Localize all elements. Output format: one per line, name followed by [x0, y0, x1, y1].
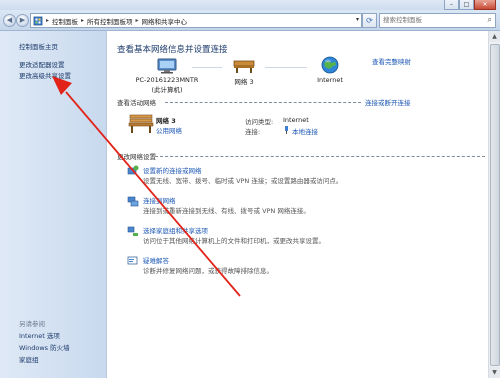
local-connection-icon: [285, 126, 288, 134]
network-node-label: 网络 3: [234, 78, 254, 86]
chevron-down-icon[interactable]: ▾: [356, 16, 359, 23]
control-panel-icon: [33, 16, 43, 25]
sidebar-item-adapter-settings[interactable]: 更改适配器设置: [19, 59, 65, 69]
setup-connection-desc: 设置无线、宽带、拨号、临时或 VPN 连接；或设置路由器或访问点。: [143, 177, 343, 185]
back-button[interactable]: ◀: [3, 14, 16, 27]
public-network-link[interactable]: 公用网络: [156, 125, 182, 135]
scroll-up-icon[interactable]: ▲: [489, 31, 500, 42]
breadcrumb-separator: ▸: [81, 17, 85, 24]
scrollbar-thumb[interactable]: [490, 44, 500, 366]
search-input[interactable]: [380, 14, 482, 25]
computer-icon: [157, 58, 177, 74]
scroll-down-icon[interactable]: ▼: [489, 367, 500, 378]
sidebar-item-advanced-sharing[interactable]: 更改高级共享设置: [19, 70, 71, 80]
new-connection-icon: [127, 165, 139, 175]
globe-icon: [321, 56, 339, 74]
breadcrumb-separator: ▸: [135, 17, 139, 24]
internet-node-label: Internet: [317, 76, 343, 84]
page-title: 查看基本网络信息并设置连接: [117, 45, 228, 55]
computer-subtitle: (此计算机): [151, 86, 183, 94]
setup-connection-link[interactable]: 设置新的连接或网络: [143, 165, 202, 175]
divider: [165, 102, 361, 103]
search-icon[interactable]: ⌕: [488, 15, 492, 25]
breadcrumb-network-center[interactable]: 网络和共享中心: [142, 16, 188, 26]
connect-disconnect-link[interactable]: 连接或断开连接: [365, 97, 411, 107]
main-panel: 查看基本网络信息并设置连接 查看完整映射 PC-20161223MNTR (此计…: [107, 31, 489, 378]
breadcrumb-separator: ▸: [46, 17, 50, 24]
forward-button[interactable]: ▶: [16, 14, 29, 27]
homegroup-icon: [127, 226, 138, 236]
vertical-scrollbar[interactable]: ▲ ▼: [488, 31, 500, 378]
troubleshoot-icon: [127, 256, 138, 265]
see-also-heading: 另请参阅: [19, 320, 45, 328]
title-bar: – □ ✕: [0, 0, 500, 10]
refresh-button[interactable]: ⟳: [362, 13, 377, 28]
sidebar: 控制面板主页 更改适配器设置 更改高级共享设置 另请参阅 Internet 选项…: [0, 31, 107, 378]
active-network-name: 网络 3: [156, 117, 176, 125]
connect-network-icon: [127, 196, 139, 207]
search-box[interactable]: ⌕: [379, 13, 496, 28]
breadcrumb-control-panel[interactable]: 控制面板: [52, 16, 78, 26]
local-connection-link[interactable]: 本地连接: [292, 126, 318, 136]
breadcrumb-all-items[interactable]: 所有控制面板项: [87, 16, 133, 26]
connect-to-network-link[interactable]: 连接到网络: [143, 195, 176, 205]
network-node: 网络 3: [219, 58, 269, 86]
map-connector: [192, 67, 222, 68]
navigation-bar: ◀ ▶ ▸ 控制面板 ▸ 所有控制面板项 ▸ 网络和共享中心 ▾ ⟳ ⌕: [0, 10, 500, 31]
troubleshoot-link[interactable]: 疑难解答: [143, 255, 169, 265]
map-connector: [265, 67, 307, 68]
see-also-windows-firewall[interactable]: Windows 防火墙: [19, 342, 70, 352]
access-type-label: 访问类型:: [245, 118, 274, 126]
maximize-button[interactable]: □: [459, 0, 474, 10]
homegroup-sharing-desc: 访问位于其他网络计算机上的文件和打印机，或更改共享设置。: [143, 237, 325, 245]
access-type-value: Internet: [283, 116, 309, 124]
change-settings-heading: 更改网络设置: [117, 153, 156, 161]
internet-node: Internet: [305, 56, 355, 84]
computer-node: PC-20161223MNTR (此计算机): [127, 58, 207, 94]
see-also-homegroup[interactable]: 家庭组: [19, 354, 39, 364]
address-bar[interactable]: ▸ 控制面板 ▸ 所有控制面板项 ▸ 网络和共享中心 ▾: [30, 13, 362, 28]
close-button[interactable]: ✕: [474, 0, 496, 10]
computer-name: PC-20161223MNTR: [135, 76, 199, 84]
network-bench-icon: [128, 114, 154, 133]
minimize-button[interactable]: –: [444, 0, 459, 10]
divider: [155, 156, 485, 157]
troubleshoot-desc: 诊断并修复网络问题，或获得故障排除信息。: [143, 267, 273, 275]
connect-to-network-desc: 连接到或重新连接到无线、有线、拨号或 VPN 网络连接。: [143, 207, 310, 215]
see-also-internet-options[interactable]: Internet 选项: [19, 330, 60, 340]
sidebar-home-link[interactable]: 控制面板主页: [19, 41, 58, 51]
window-controls: – □ ✕: [444, 0, 496, 10]
full-map-link[interactable]: 查看完整映射: [372, 56, 411, 66]
homegroup-sharing-link[interactable]: 选择家庭组和共享选项: [143, 225, 208, 235]
active-networks-heading: 查看活动网络: [117, 99, 156, 107]
network-bench-icon: [233, 60, 255, 73]
connection-label: 连接:: [245, 128, 261, 136]
